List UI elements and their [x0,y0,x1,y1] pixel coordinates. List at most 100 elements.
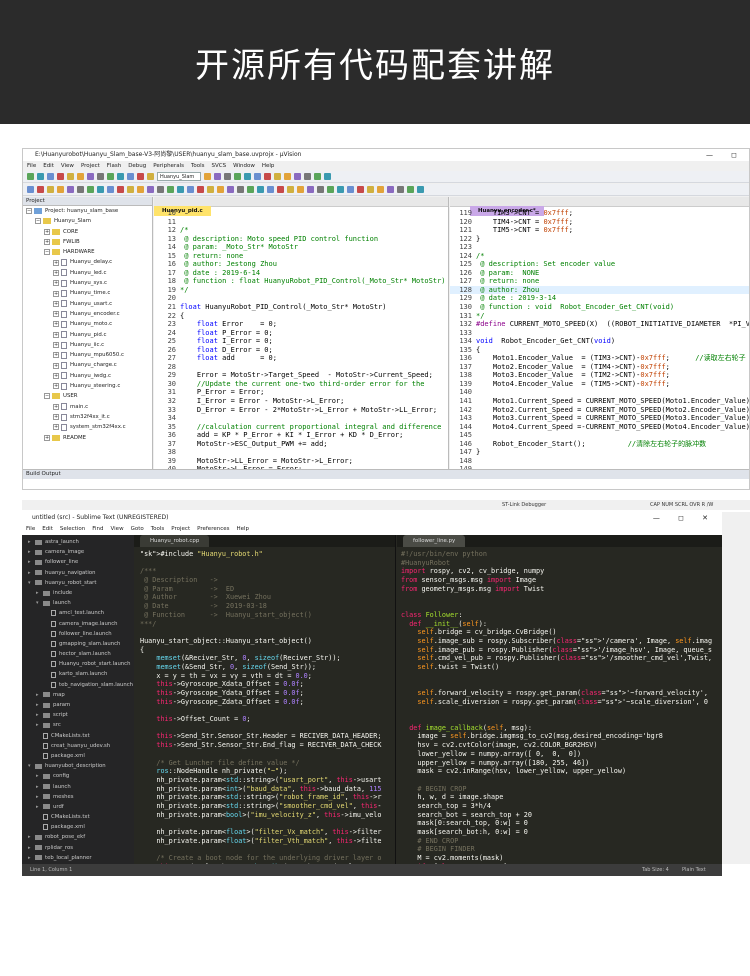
toolbar-button-icon[interactable] [257,186,264,193]
uvision-menu-edit[interactable]: Edit [43,161,54,171]
expand-icon[interactable]: + [53,290,59,297]
sublime-menu-view[interactable]: View [111,524,124,535]
toolbar-button-icon[interactable] [37,186,44,193]
toolbar-button-icon[interactable] [324,173,331,180]
sidebar-item[interactable]: camera_image.launch [22,619,134,629]
toolbar-button-icon[interactable] [97,173,104,180]
toolbar-button-icon[interactable] [327,186,334,193]
tree-item[interactable]: − USER [23,391,152,401]
tree-item[interactable]: + README [23,433,152,443]
sidebar-item[interactable]: CMakeLists.txt [22,812,134,822]
toolbar-button-icon[interactable] [264,173,271,180]
sidebar-item[interactable]: ▸ map [22,690,134,700]
expand-icon[interactable]: − [35,218,41,225]
toolbar-button-icon[interactable] [137,186,144,193]
window-controls-icon[interactable]: — ◻ [706,149,745,161]
sidebar-item[interactable]: ▸ teb_local_planner [22,853,134,863]
sidebar-item[interactable]: ▸ urdf [22,802,134,812]
toolbar-button-icon[interactable] [207,186,214,193]
sidebar-item[interactable]: ▸ src [22,720,134,730]
toolbar-button-icon[interactable] [97,186,104,193]
uvision-menu-project[interactable]: Project [81,161,100,171]
target-select[interactable]: Huanyu_Slam [157,172,201,181]
tree-item[interactable]: + Huanyu_sys.c [23,278,152,288]
toolbar-button-icon[interactable] [307,186,314,193]
toolbar-button-icon[interactable] [387,186,394,193]
expand-icon[interactable]: + [53,342,59,348]
toolbar-button-icon[interactable] [57,173,64,180]
toolbar-button-icon[interactable] [127,186,134,193]
sublime-menu-project[interactable]: Project [171,524,190,535]
toolbar-button-icon[interactable] [227,186,234,193]
toolbar-button-icon[interactable] [147,186,154,193]
toolbar-button-icon[interactable] [267,186,274,193]
expand-icon[interactable]: + [53,414,59,421]
uvision-menu-help[interactable]: Help [262,161,275,171]
toolbar-button-icon[interactable] [397,186,404,193]
expand-icon[interactable]: + [53,321,59,328]
toolbar-button-icon[interactable] [254,173,261,180]
expand-icon[interactable]: + [53,403,59,410]
tree-item[interactable]: + Huanyu_led.c [23,268,152,278]
sidebar-item[interactable]: package.xml [22,751,134,761]
toolbar-button-icon[interactable] [277,186,284,193]
tree-item[interactable]: − Project: huanyu_slam_base [23,206,152,216]
sidebar-item[interactable]: ▸ meshes [22,792,134,802]
sidebar-item[interactable]: CMakeLists.txt [22,731,134,741]
toolbar-button-icon[interactable] [217,186,224,193]
toolbar-button-icon[interactable] [274,173,281,180]
tree-item[interactable]: + Huanyu_mpu6050.c [23,350,152,360]
sidebar-item[interactable]: ▸ astra_launch [22,537,134,547]
toolbar-button-icon[interactable] [187,186,194,193]
tree-item[interactable]: + Huanyu_iic.c [23,340,152,350]
toolbar-button-icon[interactable] [224,173,231,180]
sidebar-item[interactable]: gmapping_slam.launch [22,639,134,649]
uvision-menu-flash[interactable]: Flash [107,161,121,171]
toolbar-button-icon[interactable] [177,186,184,193]
tree-item[interactable]: + Huanyu_steering.c [23,381,152,391]
tree-item[interactable]: + system_stm32f4xx.c [23,422,152,432]
tree-item[interactable]: + FWLIB [23,237,152,247]
toolbar-button-icon[interactable] [247,186,254,193]
tree-item[interactable]: + stm32f4xx_it.c [23,412,152,422]
code-cpp[interactable]: "sk">#include "Huanyu_robot.h" /*** @ Des… [134,547,395,864]
toolbar-button-icon[interactable] [77,173,84,180]
toolbar-button-icon[interactable] [77,186,84,193]
tree-item[interactable]: + Huanyu_iwdg.c [23,371,152,381]
tab-follower-line-py[interactable]: follower_line.py [403,535,466,547]
toolbar-button-icon[interactable] [47,173,54,180]
sidebar-item[interactable]: ▸ param [22,700,134,710]
tree-item[interactable]: − Huanyu_Slam [23,216,152,226]
toolbar-button-icon[interactable] [127,173,134,180]
tree-item[interactable]: + Huanyu_charge.c [23,360,152,370]
toolbar-button-icon[interactable] [204,173,211,180]
sidebar-item[interactable]: package.xml [22,822,134,832]
sublime-menu-help[interactable]: Help [236,524,249,535]
tree-item[interactable]: + Huanyu_pid.c [23,330,152,340]
expand-icon[interactable]: + [53,352,59,359]
toolbar-button-icon[interactable] [87,173,94,180]
toolbar-button-icon[interactable] [67,186,74,193]
toolbar-button-icon[interactable] [417,186,424,193]
expand-icon[interactable]: + [53,280,59,287]
toolbar-button-icon[interactable] [117,173,124,180]
tab-huanyu-robot-cpp[interactable]: Huanyu_robot.cpp [140,535,210,547]
sublime-menu-goto[interactable]: Goto [131,524,144,535]
syntax-mode[interactable]: Plain Text [682,864,706,876]
tree-item[interactable]: + CORE [23,227,152,237]
sublime-menu-edit[interactable]: Edit [42,524,53,535]
expand-icon[interactable]: + [53,300,59,307]
expand-icon[interactable]: − [44,393,50,400]
toolbar-button-icon[interactable] [107,186,114,193]
toolbar-button-icon[interactable] [57,186,64,193]
expand-icon[interactable]: + [53,259,59,266]
expand-icon[interactable]: + [53,424,59,431]
sublime-menu-selection[interactable]: Selection [60,524,85,535]
code-right[interactable]: 119 TIM3->CNT = 0x7fff; 120 TIM4->CNT = 0… [450,207,749,469]
uvision-menu-tools[interactable]: Tools [191,161,205,171]
toolbar-button-icon[interactable] [27,173,34,180]
toolbar-button-icon[interactable] [287,186,294,193]
toolbar-button-icon[interactable] [47,186,54,193]
tree-item[interactable]: + Huanyu_delay.c [23,257,152,267]
sidebar-item[interactable]: ▾ huanyu_robot_start [22,578,134,588]
